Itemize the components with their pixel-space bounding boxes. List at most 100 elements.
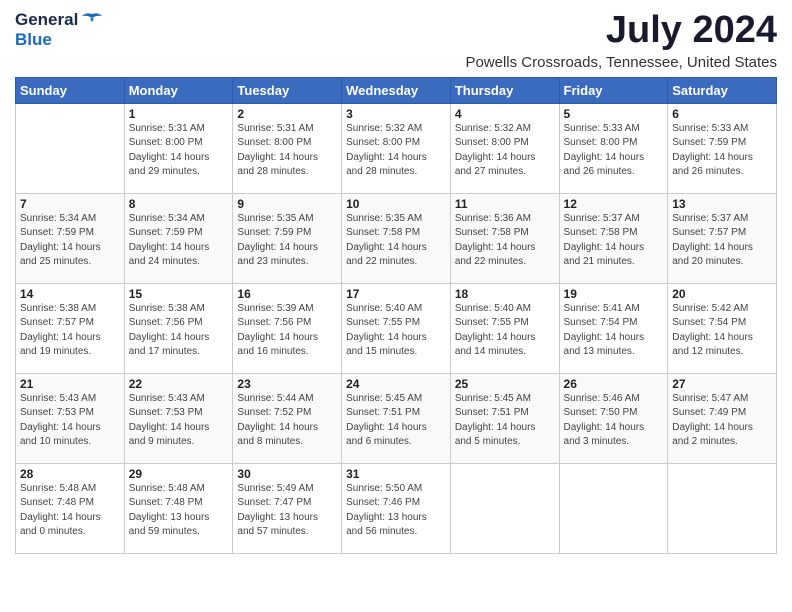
day-info: Sunrise: 5:47 AMSunset: 7:49 PMDaylight:…: [672, 392, 772, 450]
day-number: 8: [129, 197, 229, 211]
day-cell: 4Sunrise: 5:32 AMSunset: 8:00 PMDaylight…: [450, 103, 559, 193]
day-cell: 11Sunrise: 5:36 AMSunset: 7:58 PMDayligh…: [450, 193, 559, 283]
day-number: 9: [237, 197, 337, 211]
day-cell: 12Sunrise: 5:37 AMSunset: 7:58 PMDayligh…: [559, 193, 668, 283]
day-info: Sunrise: 5:32 AMSunset: 8:00 PMDaylight:…: [455, 122, 555, 180]
day-number: 4: [455, 107, 555, 121]
day-cell: 5Sunrise: 5:33 AMSunset: 8:00 PMDaylight…: [559, 103, 668, 193]
week-row-2: 7Sunrise: 5:34 AMSunset: 7:59 PMDaylight…: [16, 193, 777, 283]
day-cell: 26Sunrise: 5:46 AMSunset: 7:50 PMDayligh…: [559, 373, 668, 463]
day-number: 1: [129, 107, 229, 121]
day-info: Sunrise: 5:45 AMSunset: 7:51 PMDaylight:…: [346, 392, 446, 450]
location-title: Powells Crossroads, Tennessee, United St…: [465, 54, 777, 71]
day-info: Sunrise: 5:31 AMSunset: 8:00 PMDaylight:…: [129, 122, 229, 180]
day-info: Sunrise: 5:37 AMSunset: 7:57 PMDaylight:…: [672, 212, 772, 270]
day-cell: 1Sunrise: 5:31 AMSunset: 8:00 PMDaylight…: [124, 103, 233, 193]
weekday-header-tuesday: Tuesday: [233, 77, 342, 103]
day-info: Sunrise: 5:40 AMSunset: 7:55 PMDaylight:…: [455, 302, 555, 360]
day-number: 31: [346, 467, 446, 481]
day-cell: 14Sunrise: 5:38 AMSunset: 7:57 PMDayligh…: [16, 283, 125, 373]
day-info: Sunrise: 5:39 AMSunset: 7:56 PMDaylight:…: [237, 302, 337, 360]
day-number: 30: [237, 467, 337, 481]
day-cell: 3Sunrise: 5:32 AMSunset: 8:00 PMDaylight…: [342, 103, 451, 193]
day-number: 29: [129, 467, 229, 481]
day-cell: 17Sunrise: 5:40 AMSunset: 7:55 PMDayligh…: [342, 283, 451, 373]
day-number: 28: [20, 467, 120, 481]
calendar-table: SundayMondayTuesdayWednesdayThursdayFrid…: [15, 77, 777, 554]
day-number: 6: [672, 107, 772, 121]
day-info: Sunrise: 5:33 AMSunset: 8:00 PMDaylight:…: [564, 122, 664, 180]
day-number: 17: [346, 287, 446, 301]
day-info: Sunrise: 5:32 AMSunset: 8:00 PMDaylight:…: [346, 122, 446, 180]
logo-blue: Blue: [15, 30, 52, 49]
day-cell: [450, 463, 559, 553]
day-cell: [16, 103, 125, 193]
day-info: Sunrise: 5:35 AMSunset: 7:59 PMDaylight:…: [237, 212, 337, 270]
day-cell: 18Sunrise: 5:40 AMSunset: 7:55 PMDayligh…: [450, 283, 559, 373]
weekday-header-saturday: Saturday: [668, 77, 777, 103]
day-number: 20: [672, 287, 772, 301]
day-cell: 22Sunrise: 5:43 AMSunset: 7:53 PMDayligh…: [124, 373, 233, 463]
day-info: Sunrise: 5:34 AMSunset: 7:59 PMDaylight:…: [20, 212, 120, 270]
day-info: Sunrise: 5:46 AMSunset: 7:50 PMDaylight:…: [564, 392, 664, 450]
week-row-3: 14Sunrise: 5:38 AMSunset: 7:57 PMDayligh…: [16, 283, 777, 373]
day-cell: 25Sunrise: 5:45 AMSunset: 7:51 PMDayligh…: [450, 373, 559, 463]
day-info: Sunrise: 5:36 AMSunset: 7:58 PMDaylight:…: [455, 212, 555, 270]
day-info: Sunrise: 5:38 AMSunset: 7:57 PMDaylight:…: [20, 302, 120, 360]
weekday-header-sunday: Sunday: [16, 77, 125, 103]
day-info: Sunrise: 5:42 AMSunset: 7:54 PMDaylight:…: [672, 302, 772, 360]
weekday-header-monday: Monday: [124, 77, 233, 103]
day-cell: 31Sunrise: 5:50 AMSunset: 7:46 PMDayligh…: [342, 463, 451, 553]
day-cell: 15Sunrise: 5:38 AMSunset: 7:56 PMDayligh…: [124, 283, 233, 373]
day-number: 15: [129, 287, 229, 301]
day-cell: 7Sunrise: 5:34 AMSunset: 7:59 PMDaylight…: [16, 193, 125, 283]
day-cell: 16Sunrise: 5:39 AMSunset: 7:56 PMDayligh…: [233, 283, 342, 373]
day-number: 12: [564, 197, 664, 211]
weekday-header-thursday: Thursday: [450, 77, 559, 103]
day-number: 27: [672, 377, 772, 391]
day-number: 14: [20, 287, 120, 301]
day-number: 2: [237, 107, 337, 121]
day-info: Sunrise: 5:31 AMSunset: 8:00 PMDaylight:…: [237, 122, 337, 180]
day-number: 3: [346, 107, 446, 121]
day-info: Sunrise: 5:45 AMSunset: 7:51 PMDaylight:…: [455, 392, 555, 450]
day-number: 19: [564, 287, 664, 301]
day-info: Sunrise: 5:35 AMSunset: 7:58 PMDaylight:…: [346, 212, 446, 270]
day-number: 18: [455, 287, 555, 301]
day-number: 24: [346, 377, 446, 391]
weekday-header-wednesday: Wednesday: [342, 77, 451, 103]
day-number: 16: [237, 287, 337, 301]
day-number: 11: [455, 197, 555, 211]
logo-general: General: [15, 10, 78, 30]
month-title: July 2024: [465, 10, 777, 52]
day-cell: 21Sunrise: 5:43 AMSunset: 7:53 PMDayligh…: [16, 373, 125, 463]
day-cell: 6Sunrise: 5:33 AMSunset: 7:59 PMDaylight…: [668, 103, 777, 193]
day-cell: 10Sunrise: 5:35 AMSunset: 7:58 PMDayligh…: [342, 193, 451, 283]
day-cell: 9Sunrise: 5:35 AMSunset: 7:59 PMDaylight…: [233, 193, 342, 283]
day-number: 22: [129, 377, 229, 391]
day-info: Sunrise: 5:43 AMSunset: 7:53 PMDaylight:…: [129, 392, 229, 450]
day-info: Sunrise: 5:40 AMSunset: 7:55 PMDaylight:…: [346, 302, 446, 360]
day-info: Sunrise: 5:33 AMSunset: 7:59 PMDaylight:…: [672, 122, 772, 180]
week-row-5: 28Sunrise: 5:48 AMSunset: 7:48 PMDayligh…: [16, 463, 777, 553]
day-info: Sunrise: 5:48 AMSunset: 7:48 PMDaylight:…: [20, 482, 120, 540]
title-area: July 2024 Powells Crossroads, Tennessee,…: [465, 10, 777, 71]
day-cell: 8Sunrise: 5:34 AMSunset: 7:59 PMDaylight…: [124, 193, 233, 283]
day-info: Sunrise: 5:41 AMSunset: 7:54 PMDaylight:…: [564, 302, 664, 360]
day-cell: 28Sunrise: 5:48 AMSunset: 7:48 PMDayligh…: [16, 463, 125, 553]
day-cell: 13Sunrise: 5:37 AMSunset: 7:57 PMDayligh…: [668, 193, 777, 283]
day-cell: [668, 463, 777, 553]
day-info: Sunrise: 5:48 AMSunset: 7:48 PMDaylight:…: [129, 482, 229, 540]
day-number: 26: [564, 377, 664, 391]
day-number: 5: [564, 107, 664, 121]
day-cell: 2Sunrise: 5:31 AMSunset: 8:00 PMDaylight…: [233, 103, 342, 193]
header: General Blue July 2024 Powells Crossroad…: [15, 10, 777, 71]
day-number: 25: [455, 377, 555, 391]
day-number: 10: [346, 197, 446, 211]
day-cell: 23Sunrise: 5:44 AMSunset: 7:52 PMDayligh…: [233, 373, 342, 463]
day-info: Sunrise: 5:34 AMSunset: 7:59 PMDaylight:…: [129, 212, 229, 270]
day-cell: 30Sunrise: 5:49 AMSunset: 7:47 PMDayligh…: [233, 463, 342, 553]
day-cell: 24Sunrise: 5:45 AMSunset: 7:51 PMDayligh…: [342, 373, 451, 463]
day-number: 13: [672, 197, 772, 211]
day-info: Sunrise: 5:38 AMSunset: 7:56 PMDaylight:…: [129, 302, 229, 360]
